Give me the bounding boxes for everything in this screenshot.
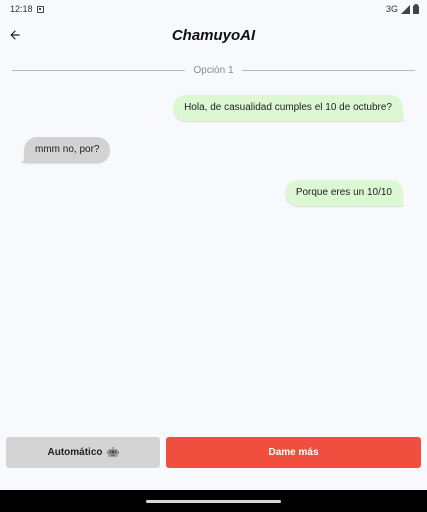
app-bar: ChamuyoAI <box>0 18 427 52</box>
home-indicator[interactable] <box>146 500 281 503</box>
message-text: Hola, de casualidad cumples el 10 de oct… <box>184 102 392 113</box>
option-divider: Opción 1 <box>12 63 415 77</box>
more-button-label: Dame más <box>268 447 319 458</box>
app-title: ChamuyoAI <box>171 26 256 44</box>
more-button[interactable]: Dame más <box>166 437 421 468</box>
back-button[interactable] <box>4 24 26 46</box>
divider-line-left <box>12 69 186 71</box>
battery-icon <box>413 4 419 14</box>
status-right: 3G <box>386 4 419 14</box>
auto-button-label: Automático <box>47 447 103 458</box>
divider-line-right <box>241 69 415 71</box>
message-text: Porque eres un 10/10 <box>295 187 392 198</box>
notification-icon <box>36 5 44 13</box>
message-bubble-incoming: mmm no, por? <box>20 137 111 163</box>
message-text: mmm no, por? <box>35 144 100 155</box>
status-time: 12:18 <box>10 4 33 14</box>
message-bubble-outgoing: Hola, de casualidad cumples el 10 de oct… <box>173 95 406 121</box>
auto-button[interactable]: Automático <box>6 437 160 468</box>
status-bar: 12:18 3G <box>0 0 427 18</box>
status-left: 12:18 <box>10 4 44 14</box>
robot-icon <box>106 447 119 457</box>
signal-icon <box>401 4 410 14</box>
arrow-back-icon <box>10 30 20 40</box>
message-bubble-outgoing: Porque eres un 10/10 <box>284 180 407 206</box>
option-label: Opción 1 <box>193 64 234 76</box>
network-type: 3G <box>385 4 398 14</box>
